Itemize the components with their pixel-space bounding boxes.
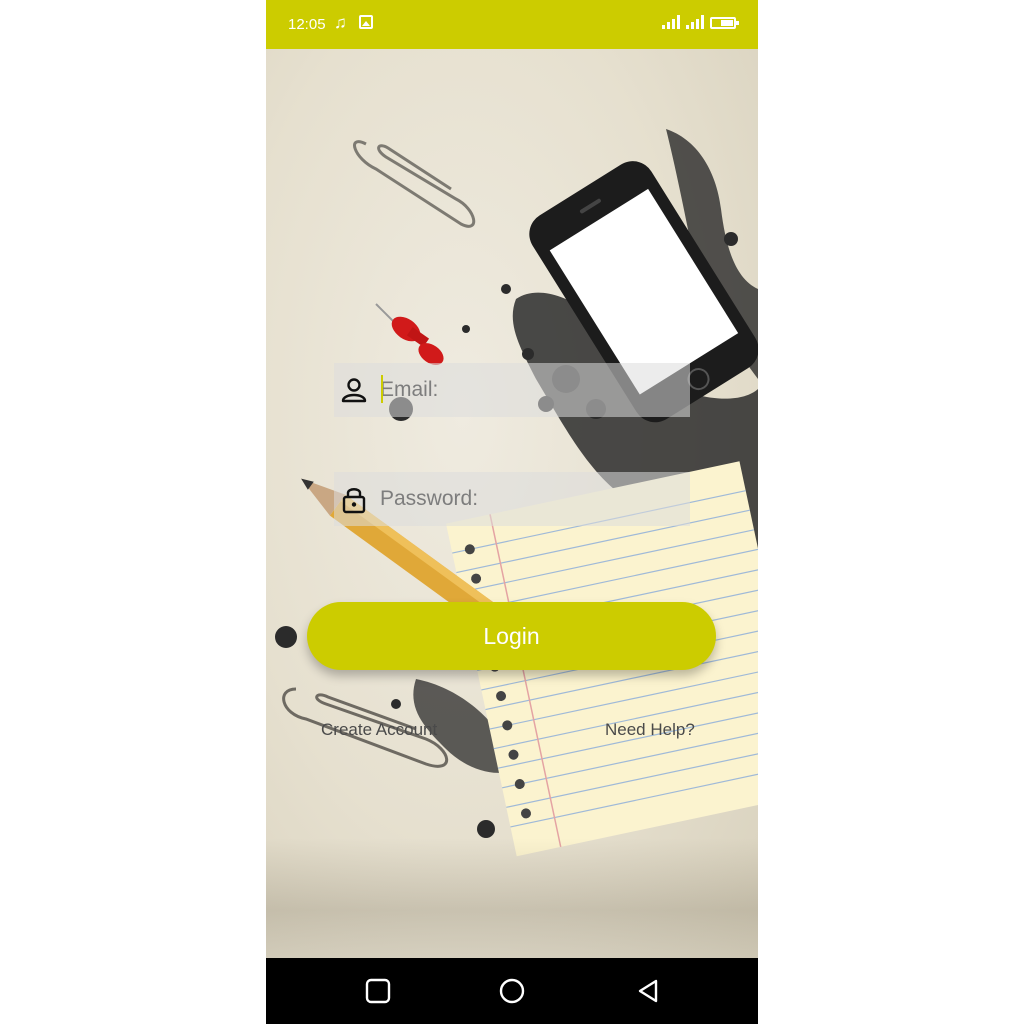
bottom-shadow xyxy=(266,838,758,958)
email-field-container xyxy=(334,363,690,417)
image-icon xyxy=(359,15,373,29)
push-pin-illustration xyxy=(375,303,444,365)
need-help-link[interactable]: Need Help? xyxy=(605,720,695,740)
music-note-icon: ♫ xyxy=(334,13,347,32)
status-time: 12:05 xyxy=(288,16,326,33)
circle-icon[interactable] xyxy=(499,978,525,1004)
password-input[interactable] xyxy=(378,486,662,512)
status-bar: 12:05 ♫ xyxy=(266,0,758,49)
phone-screen: 12:05 ♫ Email: Login Create Account Need… xyxy=(266,0,758,1024)
lock-icon xyxy=(342,488,366,514)
signal-icon xyxy=(686,15,704,29)
signal-icon xyxy=(662,15,680,29)
password-field-container xyxy=(334,472,690,526)
triangle-back-icon[interactable] xyxy=(635,978,661,1004)
battery-icon xyxy=(710,17,739,29)
square-icon[interactable] xyxy=(365,978,391,1004)
login-button[interactable]: Login xyxy=(307,602,716,670)
email-input[interactable] xyxy=(378,377,662,403)
text-cursor xyxy=(381,375,383,403)
navigation-bar xyxy=(266,958,758,1024)
user-icon xyxy=(341,378,367,403)
status-indicators xyxy=(662,15,739,29)
paperclip-illustration xyxy=(353,140,476,228)
create-account-link[interactable]: Create Account xyxy=(321,720,437,740)
